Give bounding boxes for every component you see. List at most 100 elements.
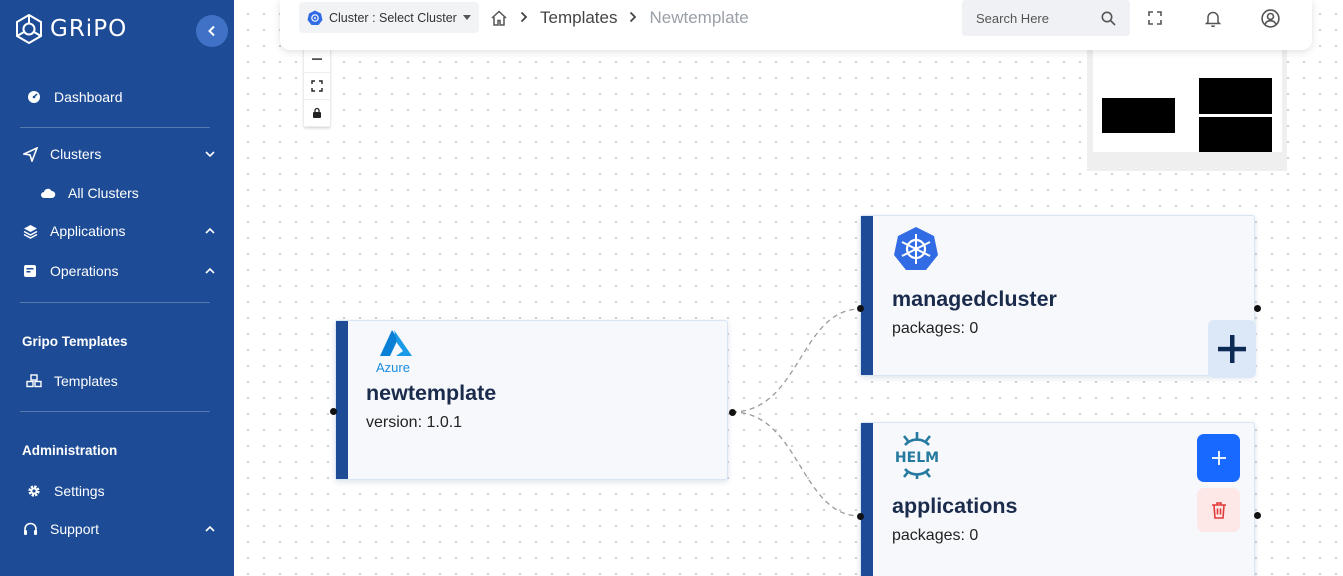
azure-logo-text: Azure	[376, 360, 410, 375]
fullscreen-icon	[1148, 11, 1162, 25]
applications-node[interactable]: HELM applications packages: 0	[860, 422, 1255, 576]
breadcrumb: Templates Newtemplate	[490, 8, 749, 28]
collapse-sidebar-button[interactable]	[196, 15, 228, 47]
plus-icon	[1218, 335, 1246, 363]
nav-label: Dashboard	[54, 89, 123, 105]
node-accent-bar	[336, 321, 348, 479]
bell-icon	[1205, 11, 1221, 27]
layers-icon	[22, 223, 38, 239]
notifications-button[interactable]	[1203, 8, 1223, 28]
nav-dashboard[interactable]: Dashboard	[26, 89, 123, 105]
nav-operations[interactable]: Operations	[22, 263, 215, 279]
delete-node-button[interactable]	[1197, 488, 1240, 532]
kubernetes-icon	[307, 10, 323, 25]
caret-down-icon	[462, 15, 471, 20]
template-node[interactable]: Azure newtemplate version: 1.0.1	[335, 320, 728, 480]
node-accent-bar	[861, 423, 873, 576]
plus-icon	[1211, 451, 1226, 465]
applications-input-handle[interactable]	[857, 513, 864, 520]
helm-icon: HELM	[895, 432, 939, 479]
chevron-right-icon	[520, 10, 528, 27]
lock-button[interactable]	[304, 100, 330, 127]
cluster-output-handle[interactable]	[1254, 305, 1261, 312]
applications-output-handle[interactable]	[1254, 512, 1261, 519]
search-placeholder: Search Here	[976, 10, 1049, 26]
search-input[interactable]: Search Here	[962, 0, 1130, 36]
gripo-logo-icon	[16, 14, 42, 44]
node-packages: packages: 0	[892, 320, 979, 337]
helm-logo-text: HELM	[895, 450, 939, 466]
zoom-out-button[interactable]	[304, 46, 330, 73]
nav-support[interactable]: Support	[22, 521, 215, 537]
nav-label: Applications	[50, 223, 126, 239]
cubes-icon	[26, 373, 42, 389]
section-title-administration: Administration	[22, 443, 118, 458]
nav-label: All Clusters	[68, 185, 139, 201]
flow-controls	[304, 46, 330, 127]
divider	[20, 127, 210, 128]
nav-label: Support	[50, 521, 100, 537]
nav-settings[interactable]: Settings	[26, 483, 105, 499]
chevron-left-icon	[208, 25, 215, 37]
add-application-button[interactable]	[1197, 434, 1240, 482]
node-title: managedcluster	[892, 287, 1057, 311]
chevron-down-icon	[205, 151, 215, 158]
operations-icon	[22, 263, 38, 279]
nav-templates[interactable]: Templates	[26, 373, 118, 389]
minimap-node-cluster	[1199, 78, 1272, 114]
dashboard-icon	[26, 89, 42, 105]
node-accent-bar	[861, 216, 873, 375]
cluster-select-value: Cluster : Select Cluster	[329, 10, 457, 25]
fit-view-button[interactable]	[304, 73, 330, 100]
node-version: version: 1.0.1	[366, 414, 463, 431]
nav-all-clusters[interactable]: All Clusters	[40, 185, 139, 201]
kubernetes-icon	[894, 227, 938, 270]
divider	[20, 302, 210, 303]
nav-label: Operations	[50, 263, 119, 279]
nav-applications[interactable]: Applications	[22, 223, 215, 239]
add-package-button[interactable]	[1208, 320, 1256, 378]
user-avatar-icon	[1260, 8, 1280, 28]
azure-logo: Azure	[376, 329, 420, 375]
divider	[20, 411, 210, 412]
template-output-handle[interactable]	[729, 409, 736, 416]
sidebar: GRiPO Dashboard Clusters All Clusters Ap…	[0, 0, 234, 576]
node-packages: packages: 0	[892, 527, 979, 544]
minimap-viewport	[1093, 48, 1282, 152]
chevron-up-icon	[205, 525, 215, 532]
chevron-right-icon	[629, 10, 637, 27]
top-bar: Cluster : Select Cluster Templates Newte…	[280, 0, 1312, 50]
breadcrumb-current: Newtemplate	[649, 8, 749, 27]
template-input-handle[interactable]	[330, 408, 337, 415]
azure-icon	[380, 330, 412, 356]
gear-icon	[26, 483, 42, 499]
headset-icon	[22, 521, 38, 537]
brand-logo[interactable]: GRiPO	[14, 14, 127, 44]
minimap-node-template	[1102, 98, 1175, 133]
nav-clusters[interactable]: Clusters	[22, 146, 215, 162]
chevron-up-icon	[205, 227, 215, 234]
nav-label: Clusters	[50, 146, 102, 162]
lock-icon	[313, 107, 321, 118]
brand-name: GRiPO	[50, 16, 128, 42]
node-title: applications	[892, 494, 1018, 518]
section-title-templates: Gripo Templates	[22, 334, 128, 349]
nav-label: Settings	[54, 483, 105, 499]
fullscreen-button[interactable]	[1145, 8, 1165, 28]
user-menu-button[interactable]	[1260, 8, 1280, 28]
home-icon[interactable]	[490, 9, 508, 27]
cluster-node[interactable]: managedcluster packages: 0	[860, 215, 1256, 378]
cluster-input-handle[interactable]	[857, 305, 864, 312]
node-title: newtemplate	[366, 381, 497, 405]
search-icon	[1101, 11, 1116, 26]
trash-icon	[1211, 502, 1226, 519]
minimap-node-applications	[1199, 117, 1272, 152]
minus-icon	[312, 58, 322, 60]
minimap[interactable]	[1087, 48, 1287, 171]
send-icon	[22, 146, 38, 162]
nav-label: Templates	[54, 373, 118, 389]
cluster-select-dropdown[interactable]: Cluster : Select Cluster	[299, 2, 479, 33]
breadcrumb-templates[interactable]: Templates	[540, 8, 617, 28]
fit-view-icon	[311, 80, 323, 92]
cloud-icon	[40, 185, 56, 201]
